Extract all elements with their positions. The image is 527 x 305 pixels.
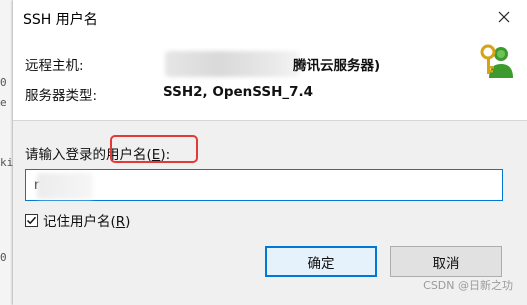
ssh-username-dialog: SSH 用户名 远程主机: 腾讯云服务器) 服务器类型: SSH2, OpenS… [13, 0, 527, 305]
close-icon [498, 11, 510, 23]
ok-button[interactable]: 确定 [265, 246, 377, 277]
user-keys-icon [480, 44, 513, 78]
checkmark-icon [26, 216, 37, 224]
window-title: SSH 用户名 [23, 12, 98, 28]
server-type-label: 服务器类型: [25, 88, 98, 104]
redacted-host [165, 51, 300, 77]
username-input[interactable] [25, 169, 503, 201]
annotation-highlight-box [110, 135, 198, 163]
connection-info-panel: 远程主机: 腾讯云服务器) 服务器类型: SSH2, OpenSSH_7.4 [13, 34, 527, 120]
terminal-char: 0 [0, 251, 7, 264]
checkbox-box[interactable] [25, 213, 38, 227]
server-type-value: SSH2, OpenSSH_7.4 [163, 84, 314, 100]
terminal-char: e [0, 96, 7, 109]
watermark: CSDN @日新之功 [423, 279, 513, 292]
background-terminal: 0 e 0 ki [0, 0, 13, 305]
terminal-char: 0 [0, 76, 7, 89]
redacted-username [37, 173, 93, 199]
remember-username-checkbox[interactable]: 记住用户名(R) [25, 210, 130, 230]
remote-host-label: 远程主机: [25, 58, 84, 74]
terminal-char: ki [0, 156, 14, 169]
remember-username-label: 记住用户名(R) [43, 214, 131, 230]
title-bar: SSH 用户名 [13, 0, 527, 34]
cancel-button[interactable]: 取消 [390, 246, 502, 277]
close-button[interactable] [491, 4, 517, 30]
remote-host-value: 腾讯云服务器) [293, 58, 381, 74]
